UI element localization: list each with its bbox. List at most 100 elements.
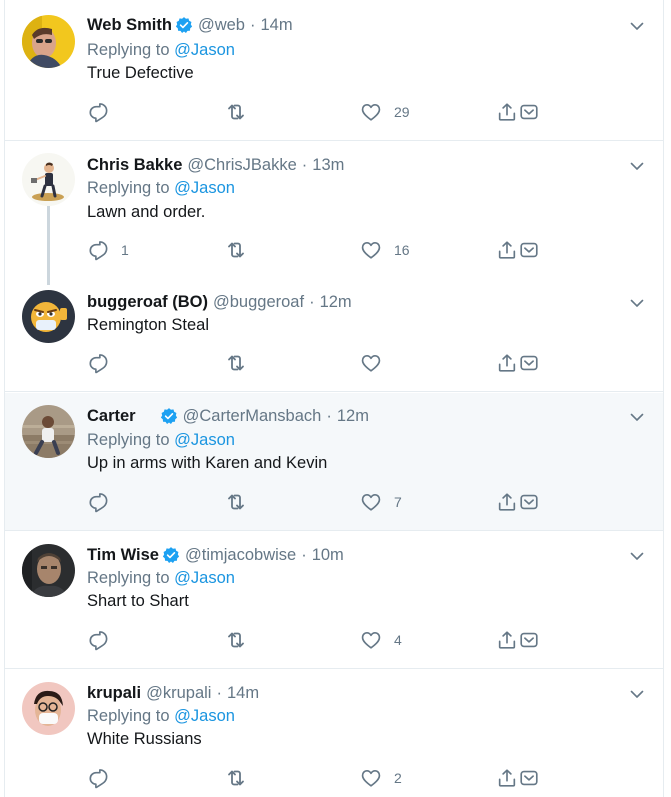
replying-to: Replying to @Jason xyxy=(87,567,235,589)
display-name[interactable]: Chris Bakke xyxy=(87,154,182,176)
share-icon xyxy=(496,629,518,651)
reply-button[interactable]: 1 xyxy=(87,238,129,262)
like-button[interactable]: 7 xyxy=(360,490,402,514)
handle[interactable]: @krupali xyxy=(146,682,211,704)
tweet[interactable]: buggeroaf (BO) @buggeroaf · 12m Remingto… xyxy=(5,280,663,392)
share-button[interactable] xyxy=(496,490,518,514)
reply-button[interactable] xyxy=(87,100,121,124)
retweet-button[interactable] xyxy=(224,351,260,375)
tweet[interactable]: Web Smith @web · 14m Replying to @Jason … xyxy=(5,0,663,141)
dm-button[interactable] xyxy=(518,490,540,514)
tweet-actions: 7 xyxy=(87,490,557,514)
separator-dot: · xyxy=(301,156,308,174)
heart-icon xyxy=(360,491,382,513)
tweet-actions: 2 xyxy=(87,766,557,790)
chevron-down-icon[interactable] xyxy=(629,295,645,311)
retweet-icon xyxy=(224,490,248,514)
tweet[interactable]: krupali @krupali · 14m Replying to @Jaso… xyxy=(5,670,663,797)
reply-icon xyxy=(87,629,109,651)
like-count: 7 xyxy=(394,494,402,510)
tweet-text: True Defective xyxy=(87,64,194,82)
chevron-down-icon[interactable] xyxy=(629,158,645,174)
mention-link[interactable]: @Jason xyxy=(174,179,235,197)
tweet-text: Up in arms with Karen and Kevin xyxy=(87,454,328,472)
handle[interactable]: @timjacobwise xyxy=(185,544,296,566)
timestamp[interactable]: 13m xyxy=(312,154,344,176)
tweet-actions: 29 xyxy=(87,100,557,124)
handle[interactable]: @web xyxy=(198,14,245,36)
like-button[interactable]: 29 xyxy=(360,100,410,124)
dm-button[interactable] xyxy=(518,628,540,652)
dm-button[interactable] xyxy=(518,351,540,375)
retweet-button[interactable] xyxy=(224,490,260,514)
avatar[interactable] xyxy=(22,682,75,735)
timestamp[interactable]: 10m xyxy=(312,544,344,566)
dm-button[interactable] xyxy=(518,238,540,262)
dm-button[interactable] xyxy=(518,766,540,790)
retweet-icon xyxy=(224,766,248,790)
display-name[interactable]: Carter xyxy=(87,405,136,427)
share-icon xyxy=(496,352,518,374)
mention-link[interactable]: @Jason xyxy=(174,707,235,725)
mention-link[interactable]: @Jason xyxy=(174,431,235,449)
replies-feed: Web Smith @web · 14m Replying to @Jason … xyxy=(4,0,664,797)
chevron-down-icon[interactable] xyxy=(629,409,645,425)
chevron-down-icon[interactable] xyxy=(629,686,645,702)
tweet-text: Remington Steal xyxy=(87,316,209,334)
timestamp[interactable]: 14m xyxy=(227,682,259,704)
like-button[interactable]: 16 xyxy=(360,238,410,262)
timestamp[interactable]: 12m xyxy=(337,405,369,427)
avatar[interactable] xyxy=(22,405,75,458)
dm-button[interactable] xyxy=(518,100,540,124)
heart-icon xyxy=(360,352,382,374)
mention-link[interactable]: @Jason xyxy=(174,41,235,59)
dm-icon xyxy=(518,239,540,261)
dm-icon xyxy=(518,101,540,123)
replying-to-label: Replying to xyxy=(87,179,170,197)
timestamp[interactable]: 14m xyxy=(260,14,292,36)
display-name[interactable]: Tim Wise xyxy=(87,544,159,566)
handle[interactable]: @ChrisJBakke xyxy=(187,154,296,176)
display-name[interactable]: krupali xyxy=(87,682,141,704)
avatar[interactable] xyxy=(22,290,75,343)
retweet-button[interactable] xyxy=(224,238,260,262)
avatar[interactable] xyxy=(22,544,75,597)
retweet-button[interactable] xyxy=(224,628,260,652)
reply-button[interactable] xyxy=(87,351,121,375)
reply-button[interactable] xyxy=(87,766,121,790)
avatar[interactable] xyxy=(22,15,75,68)
tweet[interactable]: Chris Bakke @ChrisJBakke · 13m Replying … xyxy=(5,142,663,280)
reply-button[interactable] xyxy=(87,628,121,652)
tweet[interactable]: Tim Wise @timjacobwise · 10m Replying to… xyxy=(5,532,663,669)
like-button[interactable]: 2 xyxy=(360,766,402,790)
retweet-button[interactable] xyxy=(224,100,260,124)
display-name[interactable]: buggeroaf (BO) xyxy=(87,291,208,313)
share-button[interactable] xyxy=(496,238,518,262)
display-name[interactable]: Web Smith xyxy=(87,14,172,36)
reply-icon xyxy=(87,352,109,374)
share-button[interactable] xyxy=(496,628,518,652)
chevron-down-icon[interactable] xyxy=(629,548,645,564)
dm-icon xyxy=(518,767,540,789)
like-button[interactable]: 4 xyxy=(360,628,402,652)
chevron-down-icon[interactable] xyxy=(629,18,645,34)
tweet-text: Lawn and order. xyxy=(87,203,206,221)
handle[interactable]: @buggeroaf xyxy=(213,291,304,313)
handle[interactable]: @CarterMansbach xyxy=(183,405,322,427)
heart-icon xyxy=(360,239,382,261)
retweet-button[interactable] xyxy=(224,766,260,790)
share-button[interactable] xyxy=(496,766,518,790)
avatar[interactable] xyxy=(22,153,75,206)
mention-link[interactable]: @Jason xyxy=(174,569,235,587)
tweet[interactable]: Carter @CarterMansbach · 12m Replying to… xyxy=(5,393,663,531)
dm-icon xyxy=(518,629,540,651)
share-icon xyxy=(496,767,518,789)
share-button[interactable] xyxy=(496,351,518,375)
separator-dot: · xyxy=(249,16,256,34)
timestamp[interactable]: 12m xyxy=(320,291,352,313)
like-count: 4 xyxy=(394,632,402,648)
reply-button[interactable] xyxy=(87,490,121,514)
like-button[interactable] xyxy=(360,351,394,375)
share-button[interactable] xyxy=(496,100,518,124)
reply-icon xyxy=(87,767,109,789)
